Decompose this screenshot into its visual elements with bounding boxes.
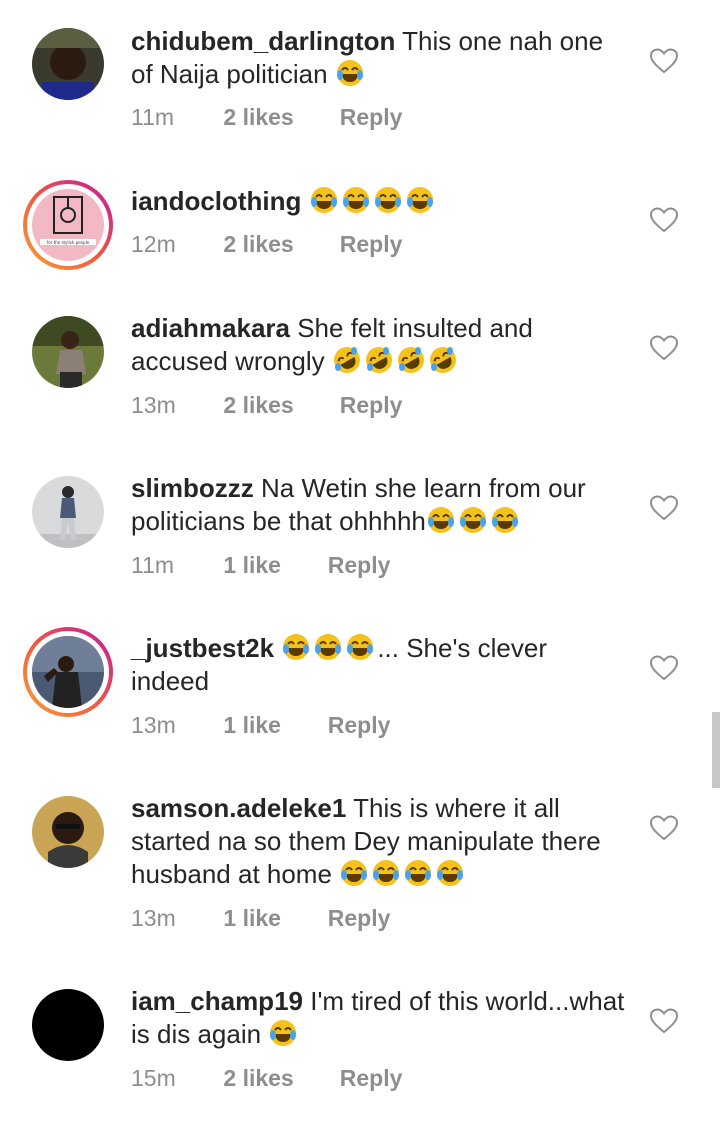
reply-button[interactable]: Reply <box>328 552 391 579</box>
avatar[interactable] <box>32 796 104 868</box>
laughing-tears-emoji-icon <box>426 506 522 536</box>
comment-likes[interactable]: 2 likes <box>223 104 333 131</box>
comment-username[interactable]: slimbozzz <box>131 473 254 503</box>
scrollbar[interactable] <box>712 712 720 788</box>
avatar[interactable] <box>32 316 104 388</box>
rolling-on-floor-laughing-emoji-icon <box>332 346 460 376</box>
comment-body: slimbozzz Na Wetin she learn from our po… <box>131 472 631 538</box>
heart-icon[interactable] <box>650 207 678 233</box>
comment-time: 13m <box>131 905 176 931</box>
comment-likes[interactable]: 2 likes <box>223 231 333 258</box>
comment-username[interactable]: chidubem_darlington <box>131 26 395 56</box>
reply-button[interactable]: Reply <box>340 392 403 419</box>
avatar[interactable] <box>32 989 104 1061</box>
comment-likes[interactable]: 1 like <box>223 712 321 739</box>
heart-icon[interactable] <box>650 815 678 841</box>
comment-username[interactable]: samson.adeleke1 <box>131 793 346 823</box>
comment-meta: 15m 2 likes Reply <box>131 1065 402 1092</box>
comment-likes[interactable]: 1 like <box>223 905 321 932</box>
comment-time: 12m <box>131 231 176 257</box>
comment-meta: 11m 2 likes Reply <box>131 104 402 131</box>
comment-username[interactable]: _justbest2k <box>131 633 274 663</box>
laughing-tears-emoji-icon <box>309 186 437 216</box>
comment-body: iam_champ19 I'm tired of this world...wh… <box>131 985 631 1051</box>
reply-button[interactable]: Reply <box>340 231 403 258</box>
laughing-tears-emoji-icon <box>268 1019 300 1049</box>
laughing-tears-emoji-icon <box>335 59 367 89</box>
comment-body: chidubem_darlington This one nah one of … <box>131 25 631 91</box>
comment-time: 13m <box>131 712 176 738</box>
avatar-caption: for the stylish people <box>47 240 90 245</box>
avatar[interactable] <box>23 627 113 717</box>
comment-likes[interactable]: 2 likes <box>223 1065 333 1092</box>
comment-time: 15m <box>131 1065 176 1091</box>
heart-icon[interactable] <box>650 48 678 74</box>
comment-time: 11m <box>131 552 175 578</box>
comment-time: 13m <box>131 392 176 418</box>
comment-body: adiahmakara She felt insulted and accuse… <box>131 312 631 378</box>
avatar[interactable] <box>32 28 104 100</box>
comment-meta: 12m 2 likes Reply <box>131 231 402 258</box>
heart-icon[interactable] <box>650 335 678 361</box>
comment-username[interactable]: adiahmakara <box>131 313 290 343</box>
laughing-tears-emoji-icon <box>339 859 467 889</box>
reply-button[interactable]: Reply <box>328 905 391 932</box>
comment-meta: 11m 1 like Reply <box>131 552 390 579</box>
comment-likes[interactable]: 1 like <box>223 552 321 579</box>
reply-button[interactable]: Reply <box>340 1065 403 1092</box>
comment-body: _justbest2k ... She's clever indeed <box>131 632 631 698</box>
reply-button[interactable]: Reply <box>328 712 391 739</box>
avatar[interactable] <box>32 476 104 548</box>
comment-username[interactable]: iandoclothing <box>131 186 301 216</box>
reply-button[interactable]: Reply <box>340 104 403 131</box>
comment-body: samson.adeleke1 This is where it all sta… <box>131 792 631 891</box>
comment-username[interactable]: iam_champ19 <box>131 986 303 1016</box>
comment-meta: 13m 1 like Reply <box>131 905 390 932</box>
comment-meta: 13m 1 like Reply <box>131 712 390 739</box>
avatar[interactable]: for the stylish people <box>23 180 113 270</box>
comment-meta: 13m 2 likes Reply <box>131 392 402 419</box>
comment-body: iandoclothing <box>131 185 631 218</box>
heart-icon[interactable] <box>650 495 678 521</box>
heart-icon[interactable] <box>650 1008 678 1034</box>
heart-icon[interactable] <box>650 655 678 681</box>
comment-time: 11m <box>131 104 175 130</box>
laughing-tears-emoji-icon <box>281 633 377 663</box>
comment-likes[interactable]: 2 likes <box>223 392 333 419</box>
